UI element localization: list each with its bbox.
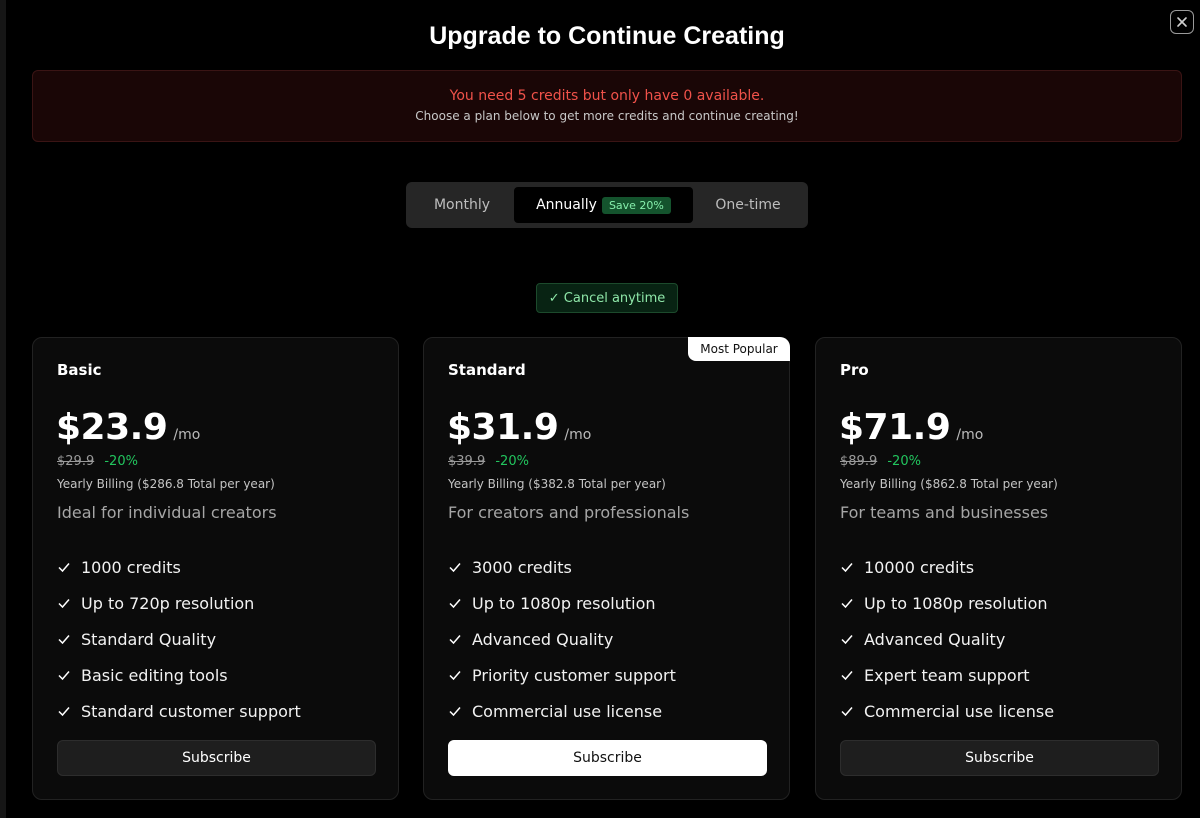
discount-label: -20% xyxy=(104,454,138,469)
check-icon xyxy=(841,599,853,609)
check-icon xyxy=(449,707,461,717)
plan-card-pro: Pro $71.9 /mo $89.9 -20% Yearly Billing … xyxy=(815,337,1182,800)
plan-tagline: For teams and businesses xyxy=(840,503,1049,522)
plan-price: $71.9 xyxy=(839,407,951,448)
plan-card-standard: Most Popular Standard $31.9 /mo $39.9 -2… xyxy=(423,337,790,800)
background-edge xyxy=(0,0,6,818)
feature-label: Advanced Quality xyxy=(864,629,1006,649)
billing-note: Yearly Billing ($862.8 Total per year) xyxy=(840,477,1058,491)
feature-label: Up to 1080p resolution xyxy=(472,593,656,613)
plan-card-basic: Basic $23.9 /mo $29.9 -20% Yearly Billin… xyxy=(32,337,399,800)
plan-name: Standard xyxy=(448,361,526,379)
plan-name: Basic xyxy=(57,361,102,379)
feature-label: Basic editing tools xyxy=(81,665,228,685)
alert-subtext: Choose a plan below to get more credits … xyxy=(415,109,799,123)
modal-title: Upgrade to Continue Creating xyxy=(429,22,785,50)
feature-item: Up to 1080p resolution xyxy=(840,585,1054,621)
feature-item: 3000 credits xyxy=(448,549,676,585)
feature-item: Advanced Quality xyxy=(840,621,1054,657)
tab-annually[interactable]: Annually Save 20% xyxy=(514,187,693,223)
billing-note: Yearly Billing ($382.8 Total per year) xyxy=(448,477,666,491)
check-icon xyxy=(449,563,461,573)
plan-name: Pro xyxy=(840,361,869,379)
feature-item: Commercial use license xyxy=(448,693,676,729)
original-price-row: $89.9 -20% xyxy=(840,454,921,469)
discount-label: -20% xyxy=(887,454,921,469)
original-price-row: $29.9 -20% xyxy=(57,454,138,469)
tab-annually-label: Annually xyxy=(536,197,597,213)
check-icon xyxy=(449,599,461,609)
feature-item: Standard Quality xyxy=(57,621,301,657)
feature-label: 1000 credits xyxy=(81,557,181,577)
feature-label: Standard Quality xyxy=(81,629,217,649)
most-popular-badge: Most Popular xyxy=(688,337,790,361)
check-icon xyxy=(449,671,461,681)
feature-item: Priority customer support xyxy=(448,657,676,693)
plan-price: $31.9 xyxy=(447,407,559,448)
feature-label: 10000 credits xyxy=(864,557,975,577)
subscribe-button-standard[interactable]: Subscribe xyxy=(448,740,767,776)
cancel-anytime-badge: ✓ Cancel anytime xyxy=(536,283,678,313)
check-icon xyxy=(58,671,70,681)
feature-label: Priority customer support xyxy=(472,665,676,685)
billing-period-toggle: Monthly Annually Save 20% One-time xyxy=(406,182,808,228)
feature-label: Advanced Quality xyxy=(472,629,614,649)
feature-list: 10000 credits Up to 1080p resolution Adv… xyxy=(840,549,1054,729)
billing-note: Yearly Billing ($286.8 Total per year) xyxy=(57,477,275,491)
tab-one-time-label: One-time xyxy=(715,197,781,213)
plan-tagline: For creators and professionals xyxy=(448,503,690,522)
original-price-row: $39.9 -20% xyxy=(448,454,529,469)
feature-label: Up to 1080p resolution xyxy=(864,593,1048,613)
feature-item: Up to 720p resolution xyxy=(57,585,301,621)
feature-list: 3000 credits Up to 1080p resolution Adva… xyxy=(448,549,676,729)
alert-message: You need 5 credits but only have 0 avail… xyxy=(449,88,765,104)
check-icon xyxy=(58,635,70,645)
original-price: $29.9 xyxy=(57,454,95,469)
feature-item: Advanced Quality xyxy=(448,621,676,657)
check-icon xyxy=(58,563,70,573)
plan-tagline: Ideal for individual creators xyxy=(57,503,277,522)
feature-label: Commercial use license xyxy=(864,701,1055,721)
check-icon xyxy=(841,707,853,717)
feature-item: 1000 credits xyxy=(57,549,301,585)
check-icon xyxy=(58,707,70,717)
feature-label: 3000 credits xyxy=(472,557,572,577)
original-price: $39.9 xyxy=(448,454,486,469)
save-badge: Save 20% xyxy=(601,196,671,214)
tab-one-time[interactable]: One-time xyxy=(696,187,800,223)
feature-item: Expert team support xyxy=(840,657,1054,693)
feature-item: Standard customer support xyxy=(57,693,301,729)
check-icon xyxy=(449,635,461,645)
tab-monthly[interactable]: Monthly xyxy=(412,187,512,223)
subscribe-button-basic[interactable]: Subscribe xyxy=(57,740,376,776)
check-icon xyxy=(841,563,853,573)
check-icon xyxy=(841,635,853,645)
check-icon xyxy=(841,671,853,681)
plan-price: $23.9 xyxy=(56,407,168,448)
feature-item: Up to 1080p resolution xyxy=(448,585,676,621)
feature-list: 1000 credits Up to 720p resolution Stand… xyxy=(57,549,301,729)
subscribe-button-pro[interactable]: Subscribe xyxy=(840,740,1159,776)
credits-alert: You need 5 credits but only have 0 avail… xyxy=(32,70,1182,142)
tab-monthly-label: Monthly xyxy=(433,197,491,213)
price-row: $23.9 /mo xyxy=(56,407,200,448)
original-price: $89.9 xyxy=(840,454,878,469)
feature-item: Commercial use license xyxy=(840,693,1054,729)
upgrade-modal: Upgrade to Continue Creating You need 5 … xyxy=(0,0,1200,818)
price-period: /mo xyxy=(956,427,984,443)
price-row: $31.9 /mo xyxy=(447,407,591,448)
feature-label: Up to 720p resolution xyxy=(81,593,255,613)
feature-label: Standard customer support xyxy=(81,701,301,721)
check-icon xyxy=(58,599,70,609)
feature-label: Expert team support xyxy=(864,665,1030,685)
discount-label: -20% xyxy=(495,454,529,469)
feature-label: Commercial use license xyxy=(472,701,663,721)
price-period: /mo xyxy=(173,427,201,443)
feature-item: 10000 credits xyxy=(840,549,1054,585)
price-row: $71.9 /mo xyxy=(839,407,983,448)
feature-item: Basic editing tools xyxy=(57,657,301,693)
price-period: /mo xyxy=(564,427,592,443)
